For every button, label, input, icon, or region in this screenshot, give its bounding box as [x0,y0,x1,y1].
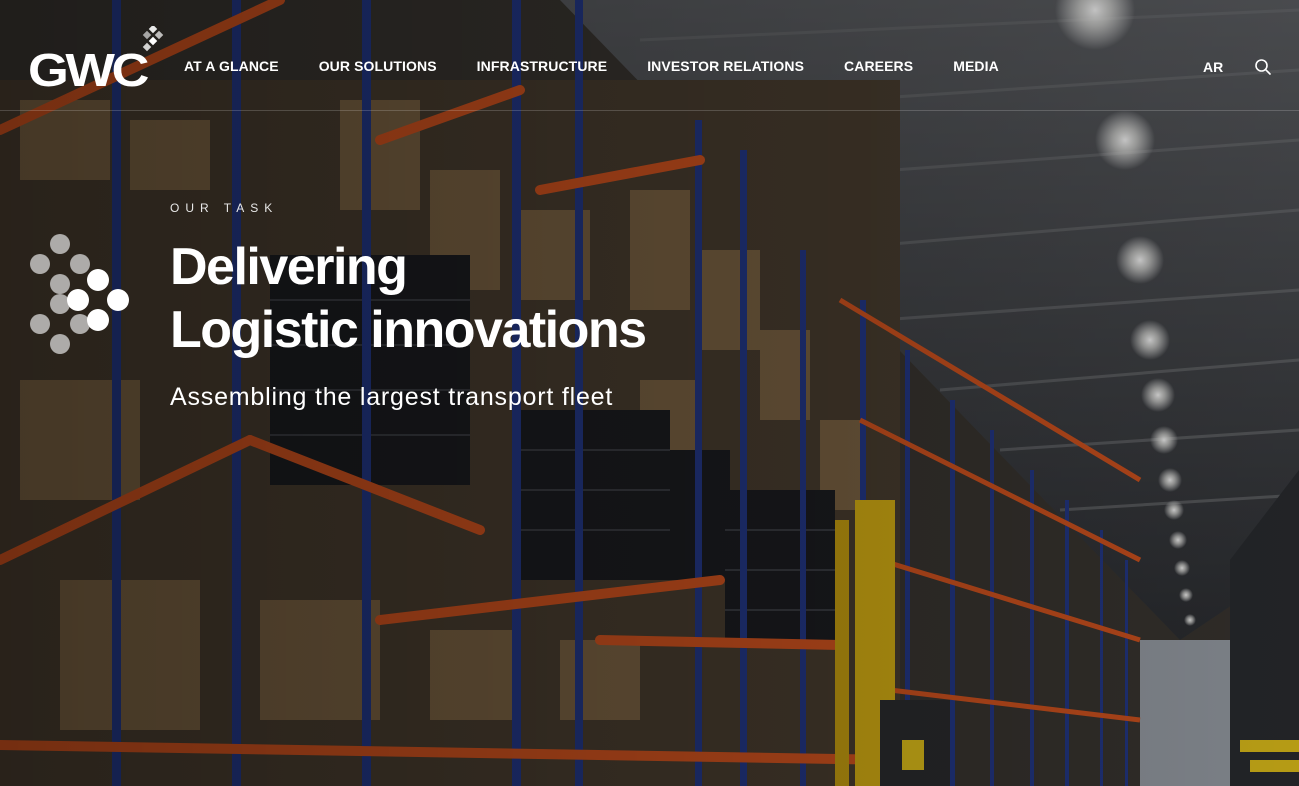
brand-dots-icon [30,234,129,354]
main-navigation: AT A GLANCE OUR SOLUTIONS INFRASTRUCTURE… [184,57,999,75]
nav-item-at-a-glance[interactable]: AT A GLANCE [184,57,279,75]
hero-title-line-2: Logistic innovations [170,301,647,359]
nav-item-infrastructure[interactable]: INFRASTRUCTURE [477,57,608,75]
hero-title-line-1: Delivering [170,238,408,296]
site-header: GWC AT A GLANCE OUR SOLUTIONS INFRASTRUC… [0,0,1299,111]
hero-title: Delivering Logistic innovations [170,236,647,362]
nav-item-investor-relations[interactable]: INVESTOR RELATIONS [647,57,804,75]
nav-item-careers[interactable]: CAREERS [844,57,913,75]
svg-text:GWC: GWC [28,44,148,92]
language-switch[interactable]: AR [1203,59,1223,75]
hero-subtitle: Assembling the largest transport fleet [170,383,614,411]
gwc-logo[interactable]: GWC [28,26,168,92]
nav-item-media[interactable]: MEDIA [953,57,999,75]
nav-item-our-solutions[interactable]: OUR SOLUTIONS [319,57,437,75]
search-icon[interactable] [1254,58,1272,76]
hero-eyebrow: OUR TASK [170,201,279,215]
